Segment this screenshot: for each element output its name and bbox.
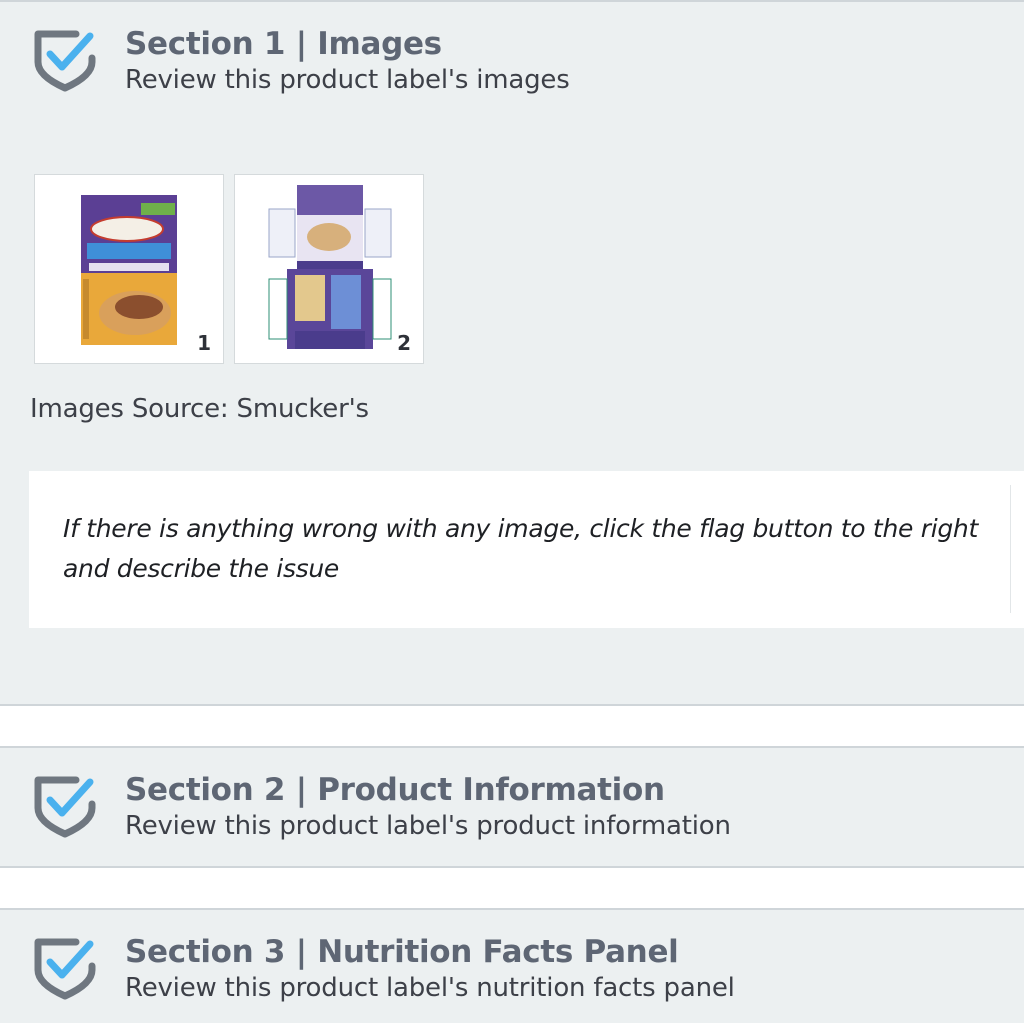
section-subtitle: Review this product label's nutrition fa… xyxy=(125,973,735,1003)
image-number: 1 xyxy=(197,331,211,355)
shield-check-icon xyxy=(34,938,96,1000)
image-number: 2 xyxy=(397,331,411,355)
product-box-front-image xyxy=(81,195,177,345)
shield-check-icon xyxy=(34,30,96,92)
section-product-information: Section 2 | Product Information Review t… xyxy=(0,746,1024,868)
section-title: Section 1 | Images xyxy=(125,26,442,62)
product-box-dieline-image xyxy=(268,185,392,349)
section-title: Section 2 | Product Information xyxy=(125,772,665,808)
notice-text: If there is anything wrong with any imag… xyxy=(63,514,978,583)
divider xyxy=(1010,485,1011,613)
shield-check-icon xyxy=(34,776,96,838)
section-subtitle: Review this product label's images xyxy=(125,65,570,95)
section-title: Section 3 | Nutrition Facts Panel xyxy=(125,934,679,970)
image-thumbnail-2[interactable]: 2 xyxy=(234,174,424,364)
section-nutrition-facts: Section 3 | Nutrition Facts Panel Review… xyxy=(0,908,1024,1023)
image-thumbnail-1[interactable]: 1 xyxy=(34,174,224,364)
images-source: Images Source: Smucker's xyxy=(30,394,369,424)
section-subtitle: Review this product label's product info… xyxy=(125,811,731,841)
section-images: Section 1 | Images Review this product l… xyxy=(0,0,1024,706)
image-issue-notice: If there is anything wrong with any imag… xyxy=(29,471,1024,628)
